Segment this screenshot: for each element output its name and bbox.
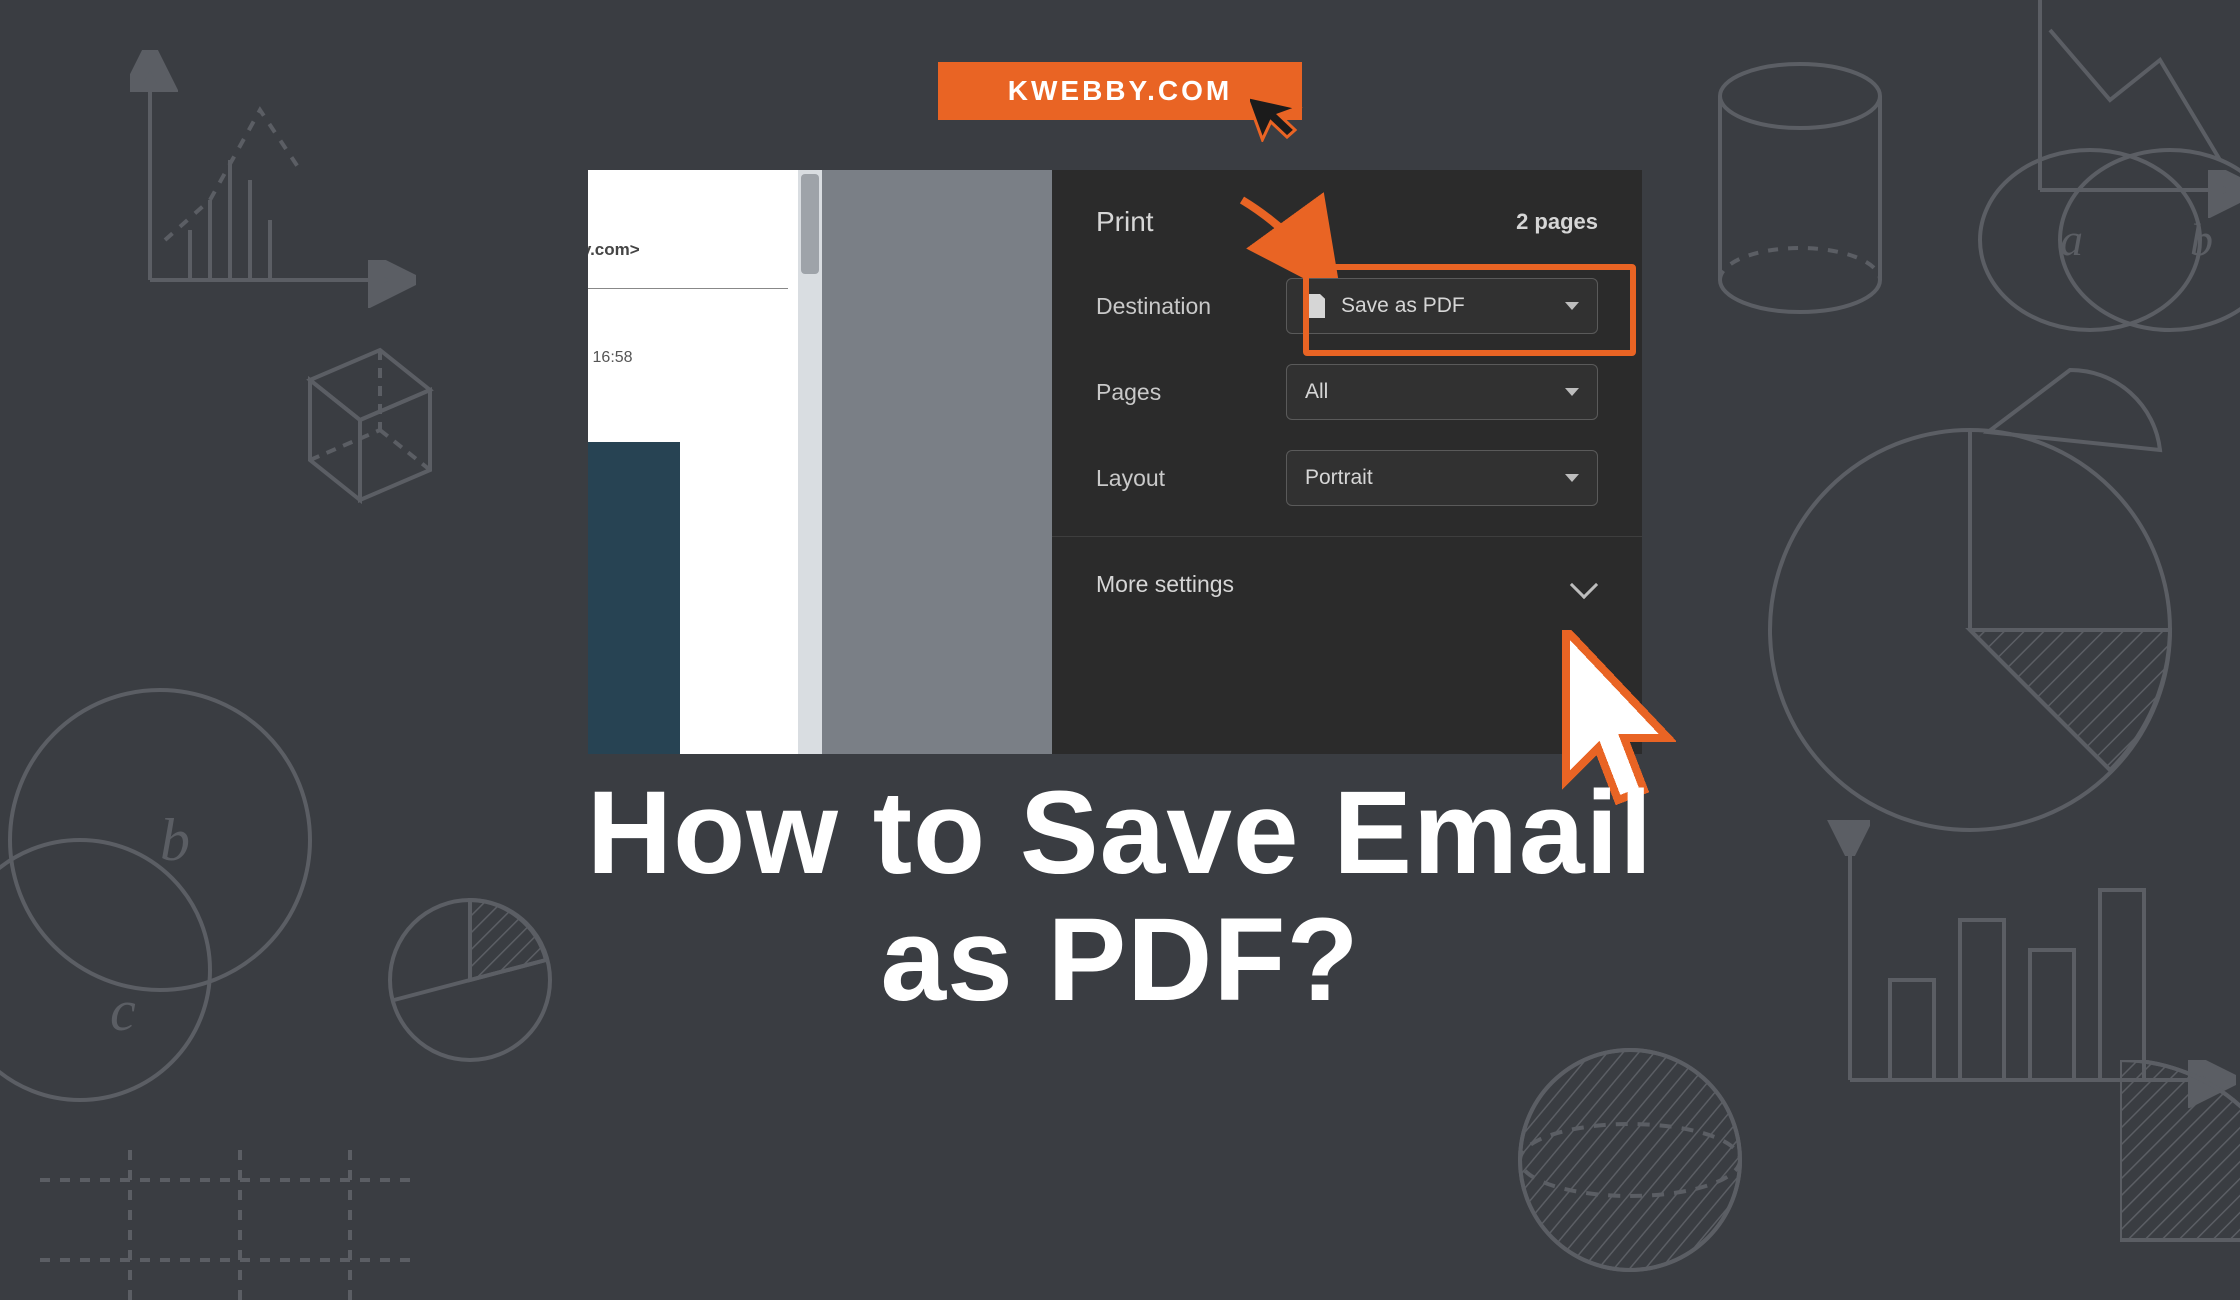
layout-value: Portrait: [1305, 466, 1373, 490]
print-dialog-screenshot: aman@kwebby.com> ovember 2023 at 16:58 P…: [588, 170, 1642, 754]
page-count: 2 pages: [1516, 209, 1598, 235]
brand-badge: KWEBBY.COM: [938, 62, 1302, 120]
destination-label: Destination: [1096, 293, 1286, 320]
print-preview-area: aman@kwebby.com> ovember 2023 at 16:58: [588, 170, 1052, 754]
doodle-line-chart-icon: [2020, 0, 2240, 220]
doodle-cube-icon: [260, 320, 450, 510]
pages-value: All: [1305, 380, 1328, 404]
doodle-circle-slice-icon: [2120, 1060, 2240, 1260]
preview-body-block: [588, 442, 680, 754]
dialog-title: Print: [1096, 206, 1154, 238]
hero-title-text: How to Save Email as PDF?: [587, 767, 1653, 1026]
destination-select[interactable]: Save as PDF: [1286, 278, 1598, 334]
preview-divider: [588, 288, 788, 289]
brand-badge-label: KWEBBY.COM: [1008, 75, 1232, 107]
svg-text:a: a: [2060, 214, 2083, 265]
preview-scrollbar[interactable]: [798, 170, 822, 754]
doodle-bar-chart-icon: [120, 50, 420, 310]
row-pages: Pages All: [1096, 364, 1598, 420]
doodle-sphere-icon: [1500, 1030, 1760, 1290]
destination-value: Save as PDF: [1341, 294, 1465, 318]
hero-title: How to Save Email as PDF?: [0, 770, 2240, 1025]
preview-scroll-thumb[interactable]: [801, 174, 819, 274]
document-icon: [1305, 294, 1325, 318]
chevron-down-icon: [1565, 302, 1579, 310]
cursor-pointer-icon: [1250, 82, 1310, 142]
chevron-down-icon: [1565, 388, 1579, 396]
row-destination: Destination Save as PDF: [1096, 278, 1598, 334]
chevron-down-icon: [1570, 570, 1598, 598]
preview-date-text: ovember 2023 at 16:58: [588, 349, 798, 367]
chevron-down-icon: [1565, 474, 1579, 482]
preview-gutter: [822, 170, 1052, 754]
pages-select[interactable]: All: [1286, 364, 1598, 420]
doodle-grid-icon: [40, 1150, 420, 1300]
layout-select[interactable]: Portrait: [1286, 450, 1598, 506]
print-settings-panel: Print 2 pages Destination Save as PDF Pa…: [1052, 170, 1642, 754]
more-settings-toggle[interactable]: More settings: [1096, 537, 1598, 598]
doodle-big-pie-icon: [1740, 360, 2220, 840]
doodle-cylinder-icon: [1700, 50, 1900, 350]
layout-label: Layout: [1096, 465, 1286, 492]
dialog-header: Print 2 pages: [1096, 206, 1598, 238]
preview-email-text: aman@kwebby.com>: [588, 240, 798, 260]
row-layout: Layout Portrait: [1096, 450, 1598, 506]
pages-label: Pages: [1096, 379, 1286, 406]
svg-text:b: b: [2190, 214, 2213, 265]
print-preview-page: aman@kwebby.com> ovember 2023 at 16:58: [588, 170, 798, 754]
doodle-venn2-icon: a b: [1960, 120, 2240, 360]
more-settings-label: More settings: [1096, 571, 1234, 598]
